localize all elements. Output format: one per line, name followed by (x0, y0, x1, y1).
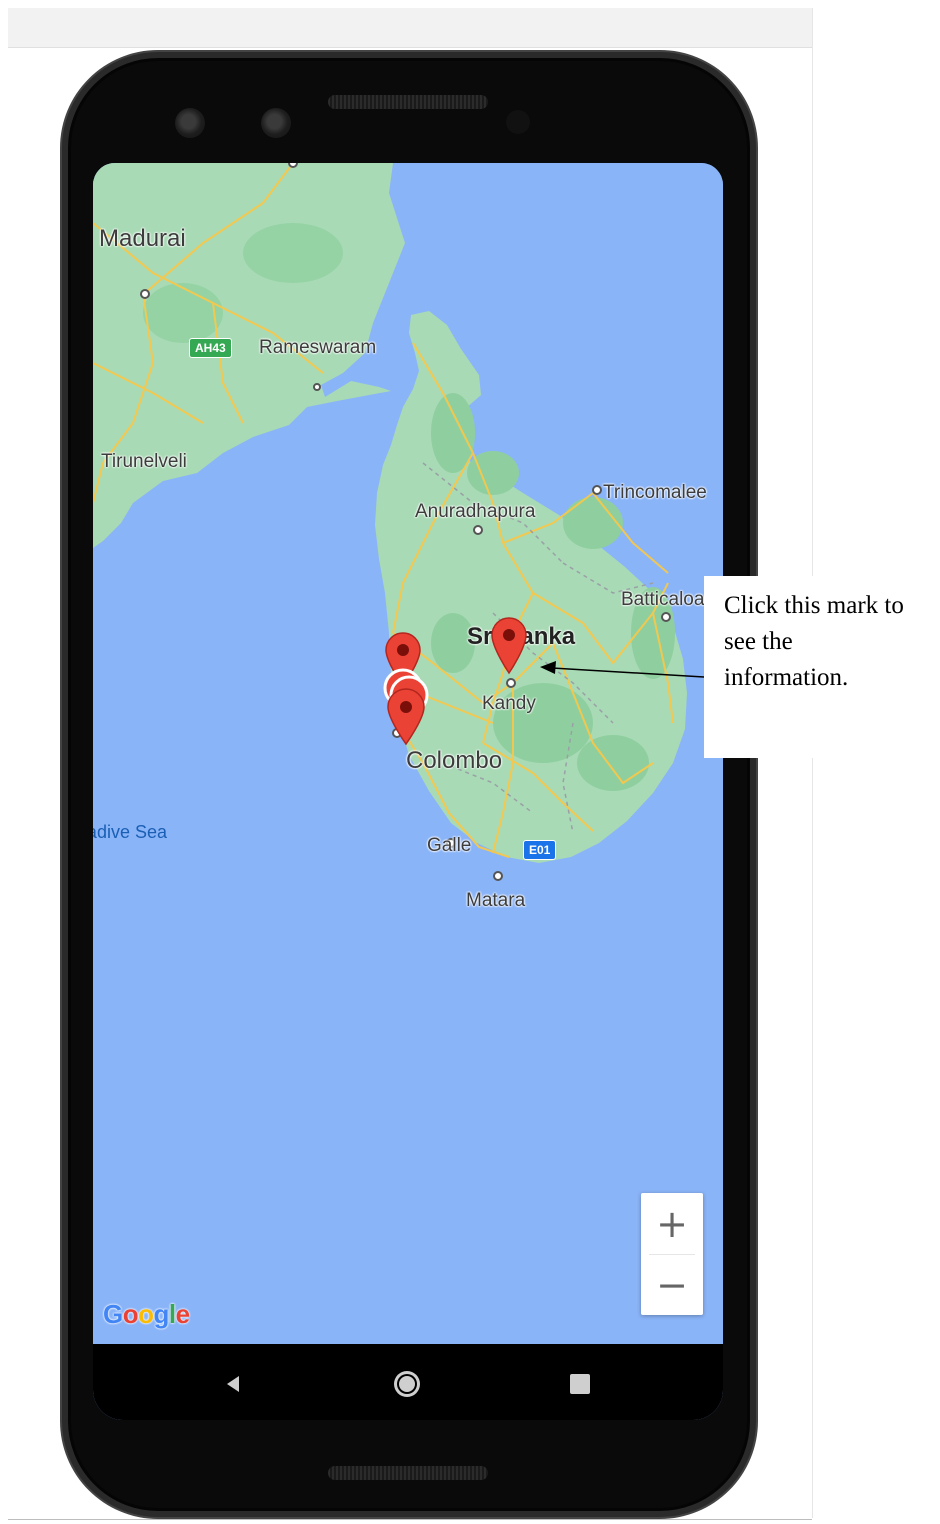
bottom-speaker (328, 1466, 488, 1480)
zoom-in-button[interactable]: + (641, 1193, 703, 1254)
map-label-rameswaram: Rameswaram (259, 337, 377, 358)
frame-bottom-line (8, 1519, 812, 1520)
recents-icon (570, 1374, 590, 1394)
map-label-tirunelveli: Tirunelveli (101, 451, 187, 472)
google-logo-letter: l (168, 1299, 176, 1329)
map-label-batticaloa: Batticaloa (621, 589, 705, 610)
zoom-controls: + − (641, 1193, 703, 1315)
google-map[interactable]: Madurai AH43 Rameswaram Tirunelveli Trin… (93, 163, 723, 1344)
annotation-line: information. (724, 664, 849, 691)
annotation-line: Click this mark to (724, 592, 904, 619)
map-marker-icon[interactable] (385, 686, 427, 746)
annotation-callout: Click this mark to see the information. (704, 576, 940, 758)
road-badge-ah43: AH43 (189, 338, 232, 358)
map-label-madurai: Madurai (99, 225, 186, 252)
map-label-laccadive-sea: Laccadive Sea (93, 822, 167, 842)
zoom-out-button[interactable]: − (641, 1254, 703, 1315)
map-label-matara: Matara (466, 890, 526, 911)
map-label-colombo: Colombo (406, 747, 503, 774)
front-camera-icon (175, 108, 205, 138)
recents-button[interactable] (560, 1364, 600, 1404)
android-navigation-bar (93, 1344, 723, 1420)
map-label-anuradhapura: Anuradhapura (415, 501, 536, 522)
home-icon (394, 1371, 420, 1397)
google-logo-letter: g (153, 1299, 170, 1329)
back-icon (227, 1376, 239, 1392)
phone-screen: Madurai AH43 Rameswaram Tirunelveli Trin… (93, 163, 723, 1420)
road-badge-e01: E01 (523, 840, 557, 860)
home-button[interactable] (387, 1364, 427, 1404)
map-label-kandy: Kandy (482, 693, 536, 714)
back-button[interactable] (213, 1364, 253, 1404)
front-camera-icon (261, 108, 291, 138)
google-logo-letter: G (103, 1299, 123, 1329)
frame-edge (812, 8, 813, 1518)
google-logo[interactable]: Google (103, 1299, 190, 1330)
google-logo-letter: o (122, 1299, 139, 1329)
google-logo-letter: e (175, 1299, 190, 1329)
earpiece-speaker (328, 95, 488, 109)
annotation-line: see the (724, 628, 793, 655)
map-label-galle: Galle (427, 835, 472, 856)
map-label-trincomalee: Trincomalee (603, 482, 707, 503)
browser-top-strip (8, 8, 812, 48)
map-marker-kandy-icon[interactable] (489, 615, 529, 675)
google-logo-letter: o (138, 1299, 154, 1329)
proximity-sensor (506, 110, 530, 134)
